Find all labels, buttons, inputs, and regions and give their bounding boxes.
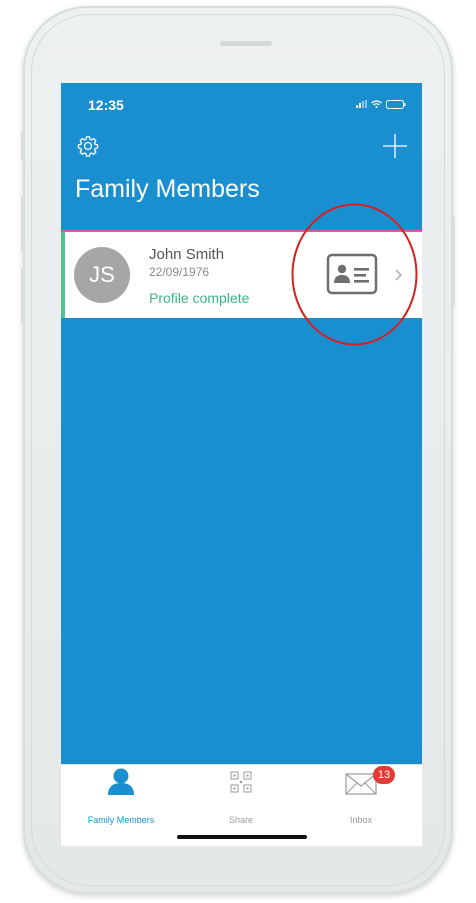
battery-icon (386, 99, 406, 109)
phone-speaker (220, 41, 272, 46)
page-title: Family Members (75, 175, 260, 203)
plus-icon (383, 134, 407, 158)
member-name: John Smith (149, 246, 225, 263)
inbox-badge: 13 (373, 766, 395, 784)
app-screen: 12:35 Family Members JS John Smith 22/09… (61, 83, 422, 846)
status-time: 12:35 (88, 97, 124, 113)
tab-share[interactable]: Share (181, 765, 301, 829)
settings-button[interactable] (77, 135, 99, 157)
home-indicator[interactable] (177, 835, 307, 839)
tab-label: Family Members (87, 815, 155, 825)
wifi-icon (371, 100, 382, 108)
avatar: JS (74, 247, 130, 303)
phone-volume-button (21, 196, 24, 251)
tab-label: Inbox (349, 815, 373, 825)
qr-code-icon (230, 771, 252, 793)
row-accent-bar (61, 232, 65, 318)
phone-volume-button (21, 268, 24, 323)
tab-bar: Family Members Share 13 Inbox (61, 764, 422, 846)
member-dob: 22/09/1976 (149, 265, 210, 279)
tab-inbox[interactable]: 13 Inbox (301, 765, 421, 829)
add-member-button[interactable] (382, 133, 408, 159)
annotation-circle (291, 203, 418, 346)
phone-power-button (452, 216, 455, 306)
phone-volume-button (21, 131, 24, 161)
status-icons (356, 99, 406, 109)
person-icon (108, 768, 134, 795)
profile-status: Profile complete (149, 290, 250, 306)
tab-label: Share (228, 815, 254, 825)
signal-icon (356, 100, 367, 108)
tab-family-members[interactable]: Family Members (61, 765, 181, 829)
avatar-initials: JS (89, 262, 115, 287)
gear-icon (77, 136, 99, 157)
